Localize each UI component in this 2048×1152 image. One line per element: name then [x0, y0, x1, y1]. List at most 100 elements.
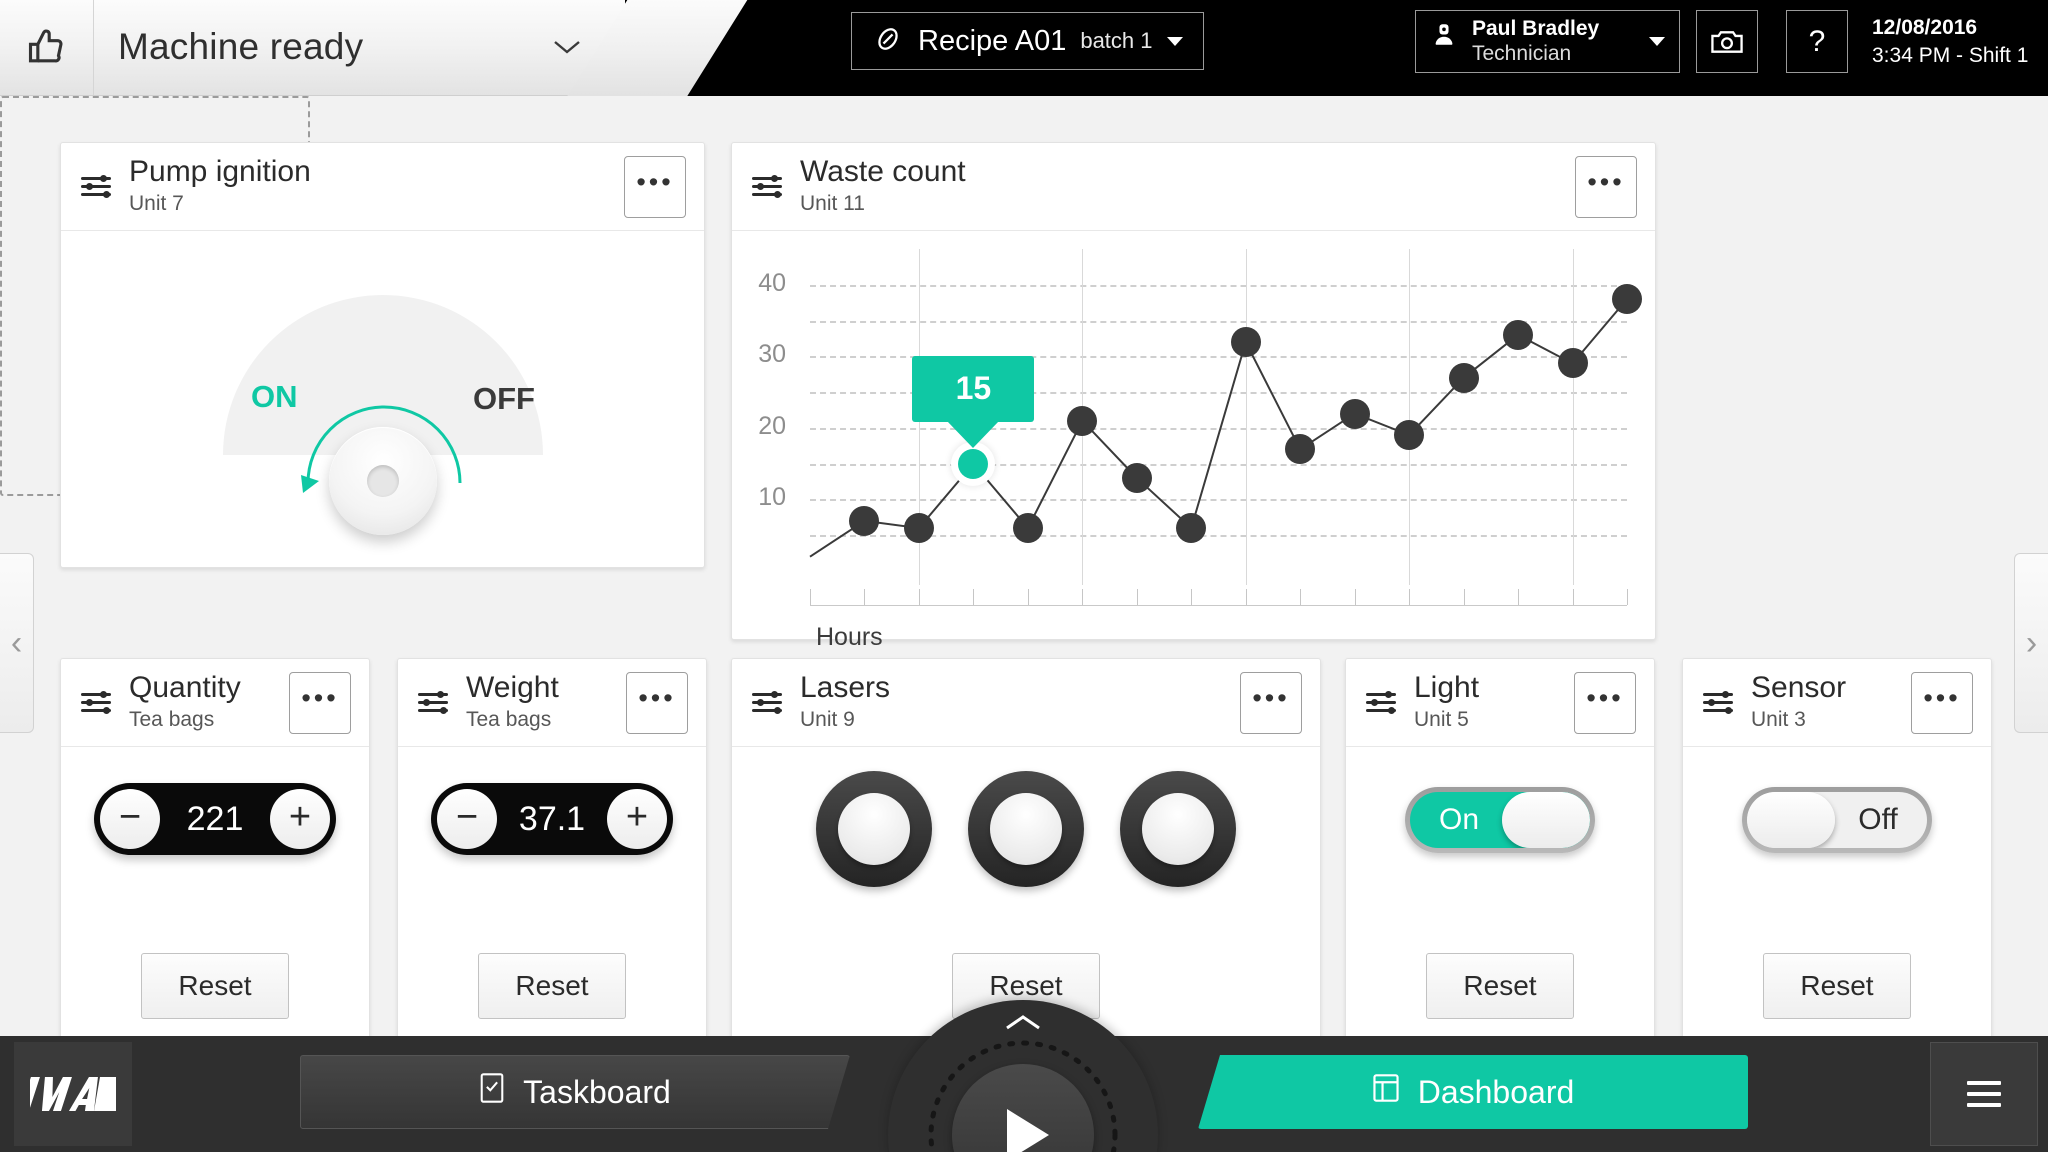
- recipe-selector[interactable]: Recipe A01 batch 1: [851, 12, 1204, 70]
- card-menu-button[interactable]: •••: [1574, 671, 1636, 734]
- reset-button[interactable]: Reset: [1763, 953, 1911, 1019]
- machine-status-panel[interactable]: Machine ready: [0, 0, 625, 96]
- user-name: Paul Bradley: [1472, 17, 1600, 41]
- dashboard-icon: [1372, 1073, 1400, 1111]
- recipe-icon: [872, 23, 904, 60]
- reset-button[interactable]: Reset: [141, 953, 289, 1019]
- card-subtitle: Unit 11: [800, 191, 865, 215]
- sensor-toggle[interactable]: Off: [1742, 787, 1932, 853]
- camera-icon[interactable]: [1696, 10, 1758, 73]
- caret-down-icon[interactable]: [1649, 37, 1665, 46]
- laser-knob[interactable]: [968, 771, 1084, 887]
- card-header: Lasers Unit 9 •••: [732, 659, 1320, 747]
- card-light[interactable]: Light Unit 5 ••• On Reset: [1345, 658, 1655, 1058]
- card-header: Weight Tea bags •••: [398, 659, 706, 747]
- chart-tooltip: 15: [912, 355, 1035, 422]
- gauge-on-label: ON: [251, 379, 298, 414]
- chevron-right-icon[interactable]: ›: [2014, 553, 2048, 733]
- recipe-batch: batch 1: [1080, 28, 1153, 53]
- card-title: Weight: [466, 670, 559, 704]
- tab-dashboard-label: Dashboard: [1417, 1073, 1575, 1110]
- card-menu-button[interactable]: •••: [1575, 155, 1637, 218]
- chart-point[interactable]: [1448, 362, 1479, 393]
- weight-stepper[interactable]: − 37.1 +: [431, 783, 673, 855]
- card-menu-button[interactable]: •••: [1240, 671, 1302, 734]
- user-icon: [1430, 22, 1458, 61]
- reset-button[interactable]: Reset: [1426, 953, 1574, 1019]
- chart-point[interactable]: [1121, 462, 1152, 493]
- help-button[interactable]: ?: [1786, 10, 1848, 73]
- card-title: Light: [1414, 670, 1480, 704]
- gauge-knob[interactable]: [328, 427, 437, 535]
- card-quantity[interactable]: Quantity Tea bags ••• − 221 + Reset: [60, 658, 370, 1058]
- card-header: Quantity Tea bags •••: [61, 659, 369, 747]
- chart-point[interactable]: [1394, 420, 1425, 451]
- sliders-icon: [1703, 690, 1733, 715]
- thumbs-up-icon[interactable]: [0, 0, 94, 95]
- chart-point[interactable]: [1612, 284, 1642, 315]
- reset-button[interactable]: Reset: [478, 953, 626, 1019]
- decrement-button[interactable]: −: [437, 789, 497, 849]
- hamburger-icon[interactable]: [1930, 1042, 2038, 1146]
- pump-gauge[interactable]: ON OFF: [61, 231, 704, 567]
- user-selector[interactable]: Paul Bradley Technician: [1415, 10, 1680, 73]
- chart-point[interactable]: [1230, 327, 1261, 358]
- card-pump-ignition[interactable]: Pump ignition Unit 7 ••• ON OFF: [60, 142, 705, 568]
- card-subtitle: Unit 5: [1414, 707, 1469, 731]
- play-icon: [1007, 1109, 1049, 1152]
- date-label: 12/08/2016: [1872, 16, 1978, 39]
- caret-down-icon[interactable]: [1166, 36, 1183, 46]
- chart-point[interactable]: [1339, 398, 1370, 429]
- tab-taskboard[interactable]: Taskboard: [300, 1055, 850, 1129]
- card-content: Off Reset: [1683, 747, 1991, 1057]
- card-sensor[interactable]: Sensor Unit 3 ••• Off Reset: [1682, 658, 1992, 1058]
- card-menu-button[interactable]: •••: [1911, 671, 1973, 734]
- sliders-icon: [81, 690, 111, 715]
- sliders-icon: [81, 174, 111, 199]
- card-subtitle: Unit 7: [129, 191, 184, 215]
- quantity-stepper[interactable]: − 221 +: [94, 783, 336, 855]
- decrement-button[interactable]: −: [100, 789, 160, 849]
- datetime-display: 12/08/2016 3:34 PM - Shift 1: [1872, 14, 2028, 71]
- hmi-dashboard: Machine ready Recipe A01 batch 1 Paul Br…: [0, 0, 2048, 1152]
- chart-point[interactable]: [903, 513, 934, 544]
- chart-point-selected[interactable]: [958, 448, 989, 479]
- card-header: Waste count Unit 11 •••: [732, 143, 1655, 231]
- laser-knob[interactable]: [1120, 771, 1236, 887]
- card-subtitle: Tea bags: [129, 707, 215, 731]
- card-weight[interactable]: Weight Tea bags ••• − 37.1 + Reset: [397, 658, 707, 1058]
- chevron-left-icon[interactable]: ‹: [0, 553, 34, 733]
- recipe-name: Recipe A01: [918, 24, 1067, 57]
- waste-count-chart[interactable]: 10 20 30 40 15 Hours: [732, 231, 1655, 651]
- increment-button[interactable]: +: [269, 789, 330, 849]
- card-content: On Reset: [1346, 747, 1654, 1057]
- dashboard-board: Pump ignition Unit 7 ••• ON OFF Waste co…: [0, 96, 2048, 1086]
- top-bar: Machine ready Recipe A01 batch 1 Paul Br…: [0, 0, 2048, 96]
- card-title: Pump ignition: [129, 154, 311, 188]
- light-toggle[interactable]: On: [1405, 787, 1595, 853]
- tab-taskboard-label: Taskboard: [523, 1073, 671, 1110]
- increment-button[interactable]: +: [607, 789, 667, 849]
- card-content: − 37.1 + Reset: [398, 747, 706, 1057]
- laser-knob[interactable]: [816, 771, 932, 887]
- card-waste-count[interactable]: Waste count Unit 11 ••• 10 20 30 40 15 Hours: [731, 142, 1656, 651]
- card-menu-button[interactable]: •••: [626, 671, 688, 734]
- card-lasers[interactable]: Lasers Unit 9 ••• Reset: [731, 658, 1321, 1058]
- tab-dashboard[interactable]: Dashboard: [1198, 1055, 1748, 1129]
- light-toggle-label: On: [1438, 803, 1480, 836]
- sliders-icon: [1366, 690, 1396, 715]
- chart-point[interactable]: [1067, 405, 1098, 436]
- chart-point[interactable]: [1557, 348, 1588, 379]
- card-subtitle: Tea bags: [466, 707, 552, 731]
- time-shift-label: 3:34 PM - Shift 1: [1872, 44, 2029, 68]
- chevron-down-icon[interactable]: [552, 38, 582, 61]
- sensor-toggle-label: Off: [1858, 803, 1898, 836]
- chart-point[interactable]: [1503, 319, 1534, 350]
- toggle-track: Off: [1747, 792, 1927, 848]
- card-menu-button[interactable]: •••: [624, 155, 686, 218]
- weight-value: 37.1: [518, 799, 586, 838]
- card-header: Sensor Unit 3 •••: [1683, 659, 1991, 747]
- card-menu-button[interactable]: •••: [289, 671, 351, 734]
- chart-point[interactable]: [1012, 513, 1043, 544]
- card-title: Waste count: [800, 154, 966, 188]
